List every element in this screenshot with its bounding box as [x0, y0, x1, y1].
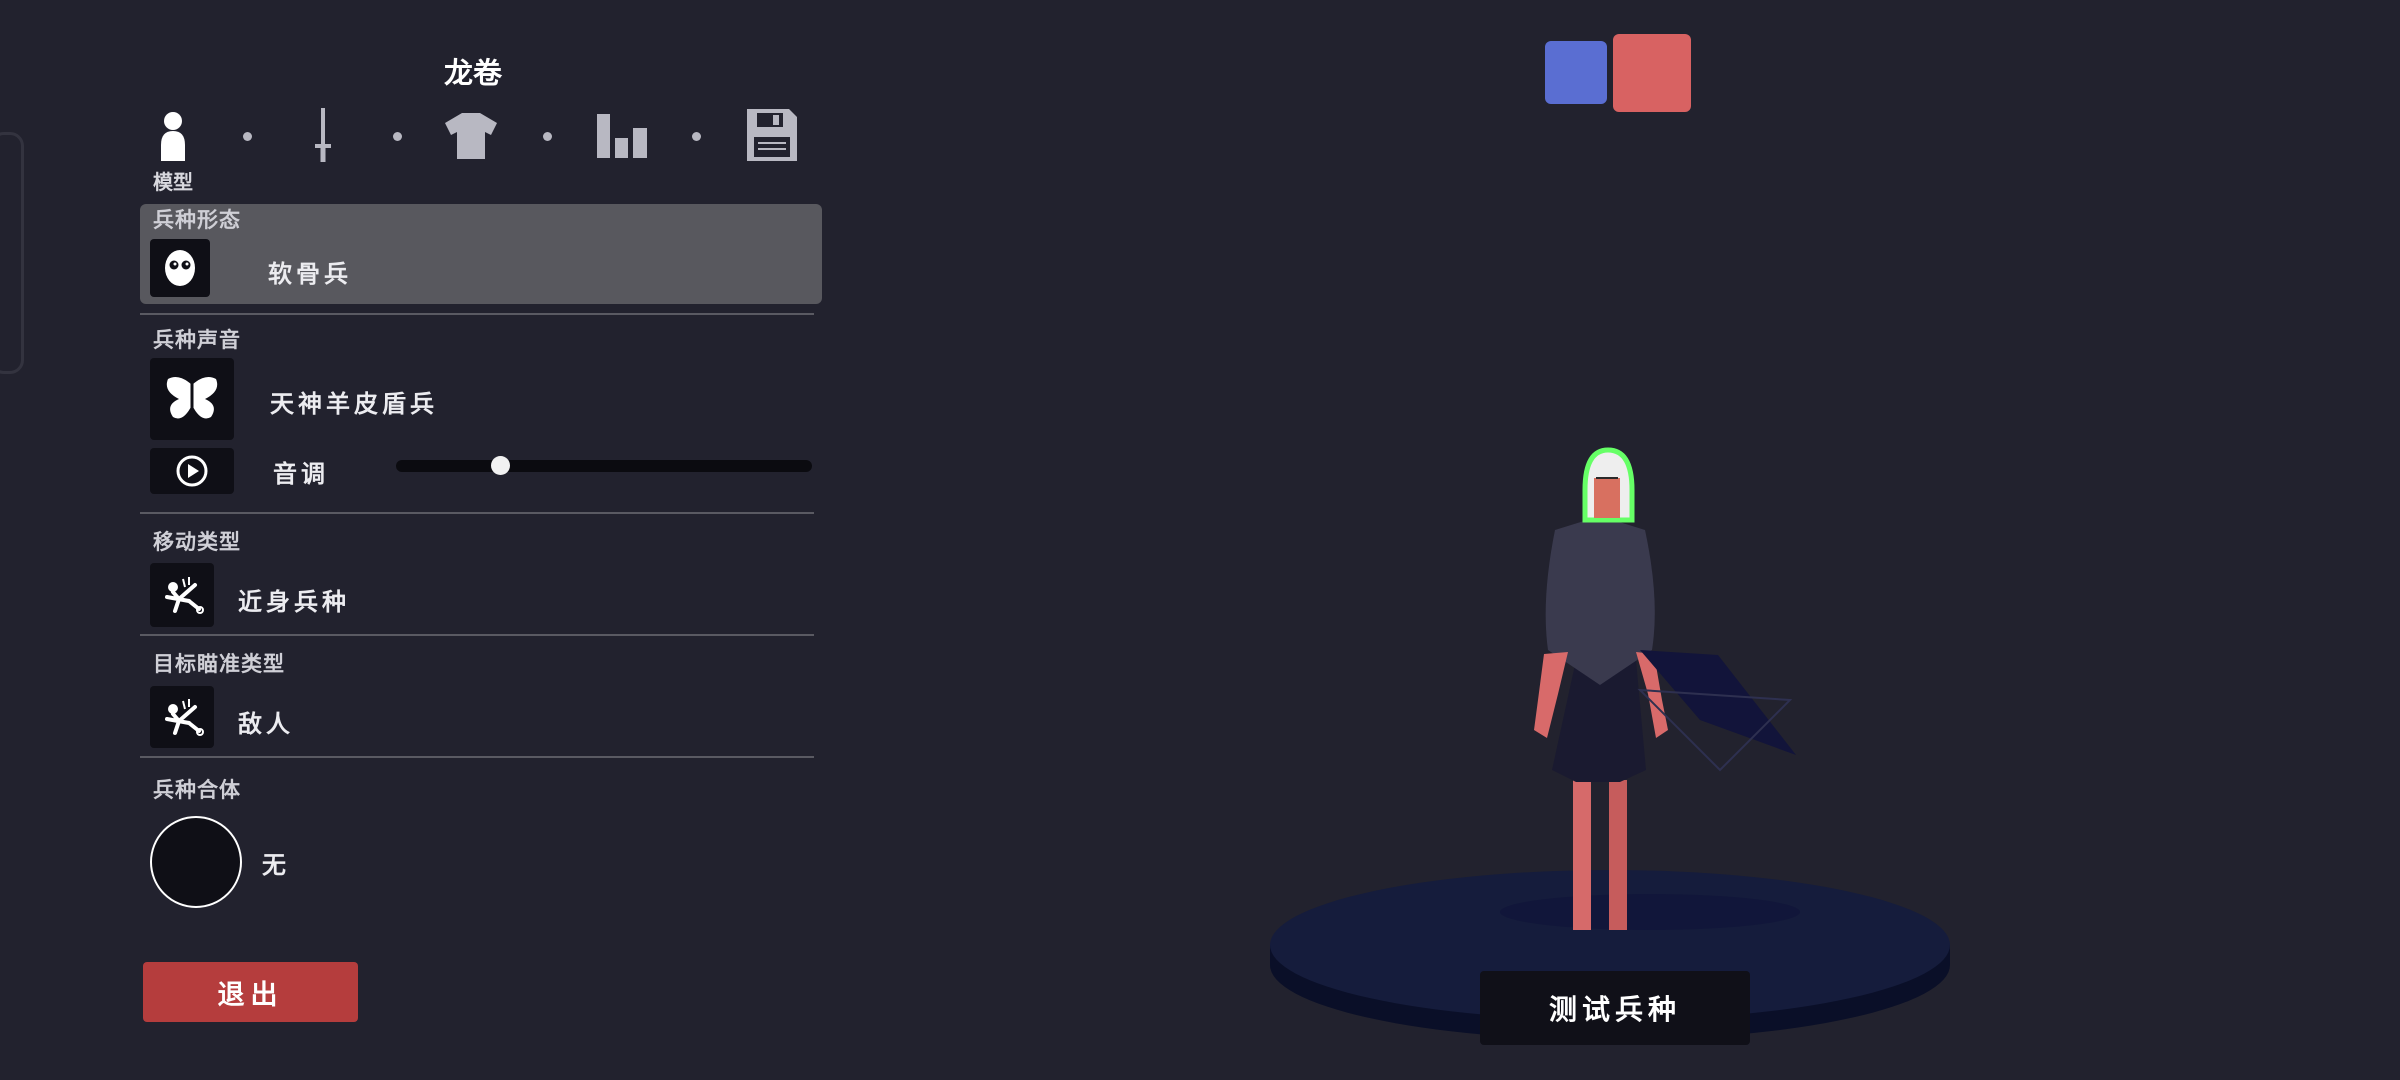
unit-form-row[interactable]	[140, 204, 822, 304]
unit-form-value: 软骨兵	[268, 260, 352, 288]
floppy-disk-icon	[747, 109, 797, 161]
pitch-slider-knob[interactable]	[490, 456, 510, 475]
ragdoll-face-icon	[165, 250, 195, 286]
unit-form-label: 兵种形态	[153, 208, 241, 232]
unit-name-title: 龙卷	[443, 56, 502, 90]
exit-button[interactable]: 退出	[143, 962, 358, 1022]
tab-stats[interactable]	[594, 110, 650, 162]
section-divider	[140, 756, 814, 758]
stickman-fall-icon	[165, 577, 204, 614]
play-voice-button[interactable]	[150, 448, 234, 494]
butterfly-icon	[166, 377, 218, 419]
unit-figure	[1534, 447, 1796, 930]
target-type-label: 目标瞄准类型	[153, 652, 285, 676]
tab-separator-dot	[543, 132, 552, 141]
tab-separator-dot	[393, 132, 402, 141]
target-type-value: 敌人	[238, 710, 294, 738]
tab-weapons[interactable]	[305, 106, 341, 166]
tab-model[interactable]	[150, 108, 196, 164]
tab-save[interactable]	[744, 107, 800, 163]
unit-preview	[1270, 447, 1950, 1040]
team-blue-button[interactable]	[1545, 41, 1607, 104]
unit-combine-slot[interactable]	[150, 816, 242, 908]
sword-icon	[315, 108, 331, 162]
tab-separator-dot	[692, 132, 701, 141]
side-drawer-handle[interactable]	[0, 132, 24, 374]
target-type-icon-box[interactable]	[150, 686, 214, 748]
bar-chart-icon	[597, 114, 647, 158]
play-icon	[176, 455, 208, 487]
tab-clothing[interactable]	[444, 110, 498, 162]
section-divider	[140, 634, 814, 636]
shirt-icon	[445, 113, 497, 159]
person-icon	[161, 112, 185, 161]
section-divider	[140, 512, 814, 514]
section-divider	[140, 313, 814, 315]
stickman-fall-icon	[165, 699, 204, 736]
unit-form-icon-box[interactable]	[150, 239, 210, 297]
unit-voice-label: 兵种声音	[153, 328, 241, 352]
movement-type-value: 近身兵种	[238, 588, 350, 616]
tab-separator-dot	[243, 132, 252, 141]
movement-type-icon-box[interactable]	[150, 563, 214, 627]
pitch-slider-track[interactable]	[396, 460, 812, 472]
pitch-label: 音调	[273, 460, 329, 488]
team-red-button[interactable]	[1613, 34, 1691, 112]
tab-model-label: 模型	[153, 170, 193, 194]
unit-combine-value: 无	[262, 851, 290, 879]
unit-voice-value: 天神羊皮盾兵	[270, 390, 438, 418]
unit-combine-label: 兵种合体	[153, 778, 241, 802]
unit-voice-icon-box[interactable]	[150, 358, 234, 440]
test-unit-button[interactable]: 测试兵种	[1480, 971, 1750, 1045]
movement-type-label: 移动类型	[153, 530, 241, 554]
